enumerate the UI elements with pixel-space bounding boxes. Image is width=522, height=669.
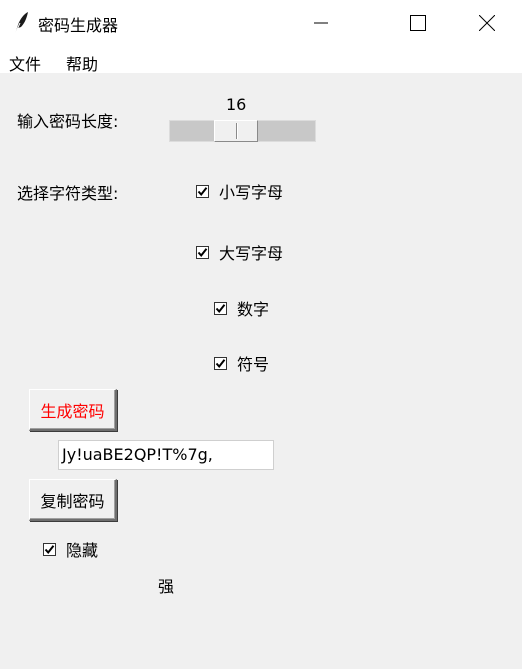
slider-grip-icon [236,123,238,139]
hide-label: 隐藏 [66,541,99,560]
digits-label: 数字 [237,300,270,319]
window-title: 密码生成器 [38,16,119,35]
checkmark-icon [214,301,227,315]
close-button[interactable] [458,0,516,45]
lowercase-checkbox[interactable]: 小写字母 [196,179,283,203]
symbols-label: 符号 [237,355,270,374]
title-bar: 密码生成器 [0,0,522,45]
uppercase-label: 大写字母 [219,244,284,263]
char-types-label: 选择字符类型: [17,184,119,203]
checkmark-icon [214,356,227,370]
menu-help[interactable]: 帮助 [66,51,98,75]
length-value: 16 [226,95,247,114]
lowercase-label: 小写字母 [219,183,284,202]
generate-button[interactable]: 生成密码 [29,389,117,431]
checkmark-icon [43,542,56,556]
hide-checkbox[interactable]: 隐藏 [43,537,98,561]
minimize-icon [314,22,328,23]
menu-bar: 文件 帮助 [0,45,522,75]
feather-icon [14,12,28,35]
password-output[interactable]: Jy!uaBE2QP!T%7g, [58,440,274,470]
length-label: 输入密码长度: [17,112,119,131]
digits-checkbox[interactable]: 数字 [214,296,269,320]
close-icon [479,14,495,31]
minimize-button[interactable] [292,0,350,45]
strength-indicator: 强 [158,577,175,596]
copy-button[interactable]: 复制密码 [29,479,117,521]
maximize-button[interactable] [389,0,447,45]
symbols-checkbox[interactable]: 符号 [214,351,269,375]
length-slider-handle[interactable] [214,120,258,142]
uppercase-checkbox[interactable]: 大写字母 [196,240,283,264]
menu-file[interactable]: 文件 [9,51,41,75]
checkmark-icon [196,184,209,198]
maximize-icon [410,14,426,31]
checkmark-icon [196,245,209,259]
